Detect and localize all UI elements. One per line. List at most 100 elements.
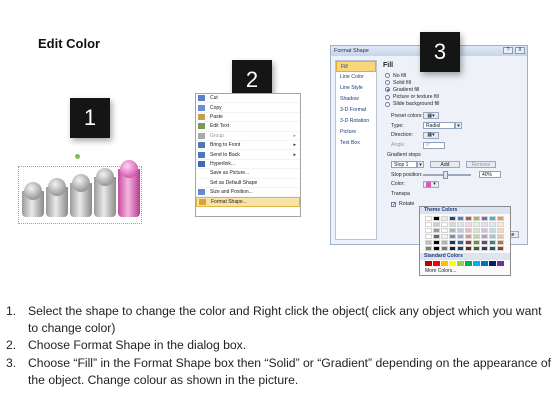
color-swatch[interactable] [441,216,448,221]
direction-dropdown[interactable]: ▦▾ [423,131,439,139]
color-swatch[interactable] [481,240,488,245]
color-swatch[interactable] [465,228,472,233]
color-swatch[interactable] [433,240,440,245]
angle-input[interactable]: 0° [423,141,445,149]
rotate-checkbox[interactable]: ✓ [391,201,396,207]
nav-fill[interactable]: Fill [336,61,376,72]
menu-item[interactable]: Group ▸ [196,132,300,141]
color-swatch[interactable] [481,216,488,221]
color-swatch[interactable] [457,216,464,221]
bar-shape-4[interactable] [94,168,116,217]
color-swatch[interactable] [441,240,448,245]
menu-item[interactable]: Format Shape... [196,197,300,207]
bar-shapes-group[interactable] [14,150,142,225]
color-swatch[interactable] [457,240,464,245]
menu-item[interactable]: Paste [196,113,300,123]
color-swatch[interactable] [481,222,488,227]
nav-3d-rotation[interactable]: 3-D Rotation [336,116,376,127]
color-swatch[interactable] [473,228,480,233]
color-swatch[interactable] [457,246,464,251]
color-swatch[interactable] [441,222,448,227]
color-swatch[interactable] [497,246,504,251]
color-swatch[interactable] [457,222,464,227]
color-swatch[interactable] [473,216,480,221]
color-swatch[interactable] [441,261,448,266]
color-swatch[interactable] [489,216,496,221]
radio-no-fill[interactable]: No fill [385,72,525,79]
color-swatch[interactable] [425,228,432,233]
menu-item[interactable]: Send to Back ▸ [196,150,300,160]
bar-shape-2[interactable] [46,178,68,217]
color-swatch[interactable] [441,234,448,239]
stop-select[interactable]: Stop 1 [391,161,417,169]
color-swatch[interactable] [497,216,504,221]
color-swatch[interactable] [481,246,488,251]
color-swatch[interactable] [465,222,472,227]
color-swatch[interactable] [433,246,440,251]
color-swatch[interactable] [473,234,480,239]
color-swatch[interactable] [489,261,496,266]
color-swatch[interactable] [489,240,496,245]
radio-slide-bg-fill[interactable]: Slide background fill [385,101,525,108]
nav-line-style[interactable]: Line Style [336,83,376,94]
menu-item[interactable]: Set as Default Shape [196,179,300,188]
radio-picture-fill[interactable]: Picture or texture fill [385,94,525,101]
color-swatch[interactable] [465,240,472,245]
help-button[interactable]: ? [503,47,513,54]
color-swatch[interactable] [497,222,504,227]
color-swatch[interactable] [465,246,472,251]
color-swatch[interactable] [465,216,472,221]
nav-line-color[interactable]: Line Color [336,72,376,83]
color-swatch[interactable] [441,246,448,251]
color-swatch[interactable] [433,222,440,227]
color-swatch[interactable] [449,234,456,239]
radio-gradient-fill[interactable]: Gradient fill [385,86,525,93]
color-swatch[interactable] [481,261,488,266]
menu-item[interactable]: Bring to Front ▸ [196,141,300,151]
color-swatch[interactable] [473,246,480,251]
color-swatch[interactable] [481,228,488,233]
color-swatch[interactable] [425,216,432,221]
chevron-down-icon[interactable]: ▾ [455,122,462,130]
color-swatch[interactable] [449,261,456,266]
color-swatch[interactable] [489,234,496,239]
color-swatch[interactable] [489,222,496,227]
nav-picture[interactable]: Picture [336,127,376,138]
color-swatch[interactable] [425,261,432,266]
stop-position-input[interactable]: 40% [479,171,501,179]
color-swatch[interactable] [425,222,432,227]
color-swatch[interactable] [473,240,480,245]
bar-shape-1[interactable] [22,182,44,217]
color-swatch[interactable] [449,222,456,227]
nav-3d-format[interactable]: 3-D Format [336,105,376,116]
color-swatch[interactable] [465,261,472,266]
bar-shape-3[interactable] [70,174,92,217]
remove-stop-button[interactable]: Remove [466,161,496,169]
menu-item[interactable]: Size and Position... [196,188,300,198]
color-swatch[interactable] [489,228,496,233]
color-swatch[interactable] [433,228,440,233]
nav-text-box[interactable]: Text Box [336,138,376,149]
menu-item[interactable]: Cut [196,94,300,104]
preset-colors-dropdown[interactable]: ▦▾ [423,112,439,120]
type-select[interactable]: Radial [423,122,455,130]
nav-shadow[interactable]: Shadow [336,94,376,105]
color-swatch[interactable] [473,261,480,266]
color-swatch[interactable] [449,240,456,245]
menu-item[interactable]: Hyperlink... [196,160,300,170]
color-swatch[interactable] [449,246,456,251]
color-swatch[interactable] [473,222,480,227]
radio-solid-fill[interactable]: Solid fill [385,79,525,86]
more-colors-link[interactable]: More Colors... [425,268,510,274]
rotation-handle[interactable] [75,154,80,159]
color-swatch[interactable] [465,234,472,239]
close-icon[interactable]: X [515,47,525,54]
color-swatch[interactable] [441,228,448,233]
color-swatch[interactable] [497,240,504,245]
color-swatch[interactable] [425,234,432,239]
color-swatch[interactable] [449,216,456,221]
menu-item[interactable]: Edit Text [196,122,300,132]
color-swatch[interactable] [497,234,504,239]
color-swatch[interactable] [497,228,504,233]
color-swatch[interactable] [457,228,464,233]
